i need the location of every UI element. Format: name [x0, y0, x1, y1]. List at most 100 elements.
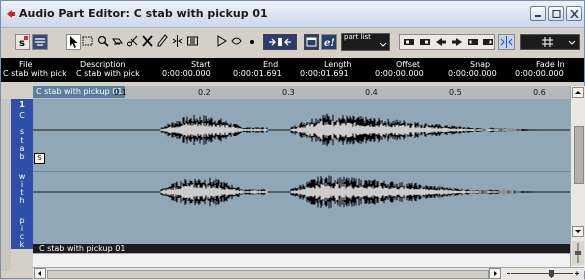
snap-button[interactable]	[263, 34, 297, 50]
info-header-snap: Snap	[470, 60, 491, 69]
ruler-clip-label: C stab with pickup 01	[33, 86, 126, 98]
erase-tool-icon	[142, 35, 153, 47]
scroll-right-button[interactable]	[489, 268, 501, 279]
waveform-display[interactable]	[33, 99, 570, 244]
arrow-tool-icon	[70, 36, 78, 48]
info-header-offset: Offset	[396, 60, 421, 69]
scrub-tool-button[interactable]	[230, 34, 245, 50]
info-value-description[interactable]: C stab with pick	[76, 69, 140, 78]
range-tool-icon	[82, 36, 93, 46]
left-gutter	[1, 99, 11, 271]
arrow-tool-button[interactable]	[66, 34, 81, 50]
chevron-down-icon	[568, 40, 576, 45]
info-header-description: Description	[80, 60, 126, 69]
grid-type-dropdown[interactable]	[520, 34, 580, 50]
locate-next-icon[interactable]	[417, 35, 433, 49]
arrow-down-icon	[575, 230, 581, 233]
ruler-tick: 0.4	[365, 88, 378, 97]
play-tool-icon	[217, 35, 227, 47]
pencil-tool-icon	[157, 34, 168, 47]
solo-button[interactable]: s	[15, 34, 30, 50]
vertical-scrollbar[interactable]	[570, 86, 585, 271]
ruler-tick: 0.1	[114, 88, 127, 97]
arrow-right-icon[interactable]	[449, 35, 465, 49]
grid-icon	[542, 37, 553, 47]
split-tool-button[interactable]	[171, 34, 186, 50]
arrow-left-icon[interactable]	[433, 35, 449, 49]
close-button[interactable]	[566, 6, 582, 21]
zero-crossing-button[interactable]	[498, 34, 515, 50]
snap-point-marker[interactable]: S	[34, 153, 45, 164]
svg-text:e!: e!	[324, 38, 335, 49]
part-list-label: part list	[344, 33, 371, 41]
horizontal-scroll-thumb[interactable]	[47, 270, 489, 279]
waveform-left-channel	[160, 113, 539, 147]
close-icon	[570, 10, 579, 18]
vertical-zoom-slider[interactable]	[572, 241, 584, 265]
locate-start-icon[interactable]	[465, 35, 481, 49]
info-header-fade-in: Fade In	[536, 60, 565, 69]
zoom-slider-icon	[575, 243, 581, 263]
part-borders-icon	[306, 37, 317, 47]
info-header-length: Length	[324, 60, 352, 69]
lane-letter: h	[19, 196, 25, 205]
info-header-file: File	[19, 60, 33, 69]
scroll-down-button[interactable]	[572, 226, 584, 237]
lane-letter: s	[19, 127, 25, 136]
split-tool-icon	[172, 35, 183, 47]
horizontal-zoom-slider[interactable]	[505, 269, 581, 278]
ruler-tick: 0.3	[282, 88, 295, 97]
title-bar[interactable]: Audio Part Editor: C stab with pickup 01	[1, 1, 584, 28]
scissors-tool-icon	[127, 35, 138, 47]
erase-tool-button[interactable]	[141, 34, 156, 50]
locate-previous-icon[interactable]	[401, 35, 417, 49]
zoom-slider-icon	[507, 270, 579, 278]
lane-letter: C	[19, 111, 25, 120]
audio-part-editor-window: Audio Part Editor: C stab with pickup 01…	[0, 0, 585, 280]
info-value-snap[interactable]: 0:00:00.000	[448, 69, 497, 78]
waveform-right-channel	[160, 175, 539, 209]
play-tool-button[interactable]	[215, 34, 230, 50]
edit-active-part-button[interactable]: e!	[321, 34, 337, 50]
locate-end-icon[interactable]	[480, 35, 496, 49]
arrow-left-icon	[38, 271, 41, 276]
select-range-tool-button[interactable]	[186, 34, 201, 50]
part-name: C stab with pickup 01	[39, 244, 126, 253]
arrow-right-icon	[494, 271, 497, 276]
edit-part-icon: e!	[324, 38, 335, 49]
time-ruler[interactable]: C stab with pickup 01 0.1 0.2 0.3 0.4 0.…	[33, 86, 570, 100]
minimize-icon	[535, 15, 541, 17]
info-value-length[interactable]: 0:00:01.691	[300, 69, 349, 78]
dot-icon	[250, 40, 254, 44]
pencil-tool-button[interactable]	[156, 34, 171, 50]
glue-tool-button[interactable]	[111, 34, 126, 50]
scrub-tool-icon	[231, 37, 242, 45]
select-range-tool-icon	[187, 36, 198, 46]
horizontal-scrollbar[interactable]	[33, 267, 584, 280]
info-value-end[interactable]: 0:00:01.691	[233, 69, 282, 78]
info-value-offset[interactable]: 0:00:00.000	[375, 69, 424, 78]
part-name-bar: C stab with pickup 01	[33, 244, 570, 253]
zero-crossing-icon	[500, 36, 513, 48]
lane-letter: k	[19, 240, 25, 249]
scissors-tool-button[interactable]	[126, 34, 141, 50]
info-value-file[interactable]: C stab with pick	[3, 69, 67, 78]
part-lane: 1 C s t a b w i t h p i c k	[11, 99, 33, 249]
ruler-tick: 0.2	[198, 88, 211, 97]
range-tool-button[interactable]	[81, 34, 96, 50]
scroll-up-button[interactable]	[572, 87, 584, 98]
autoscroll-button[interactable]	[32, 34, 48, 50]
info-value-start[interactable]: 0:00:00.000	[162, 69, 211, 78]
autoscroll-icon	[35, 38, 45, 46]
cubase-logo-icon	[7, 10, 15, 18]
vertical-zoom-thumb[interactable]	[574, 126, 584, 184]
zoom-tool-button[interactable]	[96, 34, 111, 50]
navigation-buttons-group	[399, 34, 495, 50]
show-part-borders-button[interactable]	[304, 34, 319, 50]
maximize-button[interactable]	[548, 6, 564, 21]
info-value-fade-in[interactable]: 0:00:00.000	[515, 69, 564, 78]
minimize-button[interactable]	[530, 6, 546, 21]
part-list-dropdown[interactable]: part list	[341, 33, 390, 51]
glue-tool-icon	[112, 38, 123, 45]
scroll-left-button[interactable]	[34, 268, 46, 279]
